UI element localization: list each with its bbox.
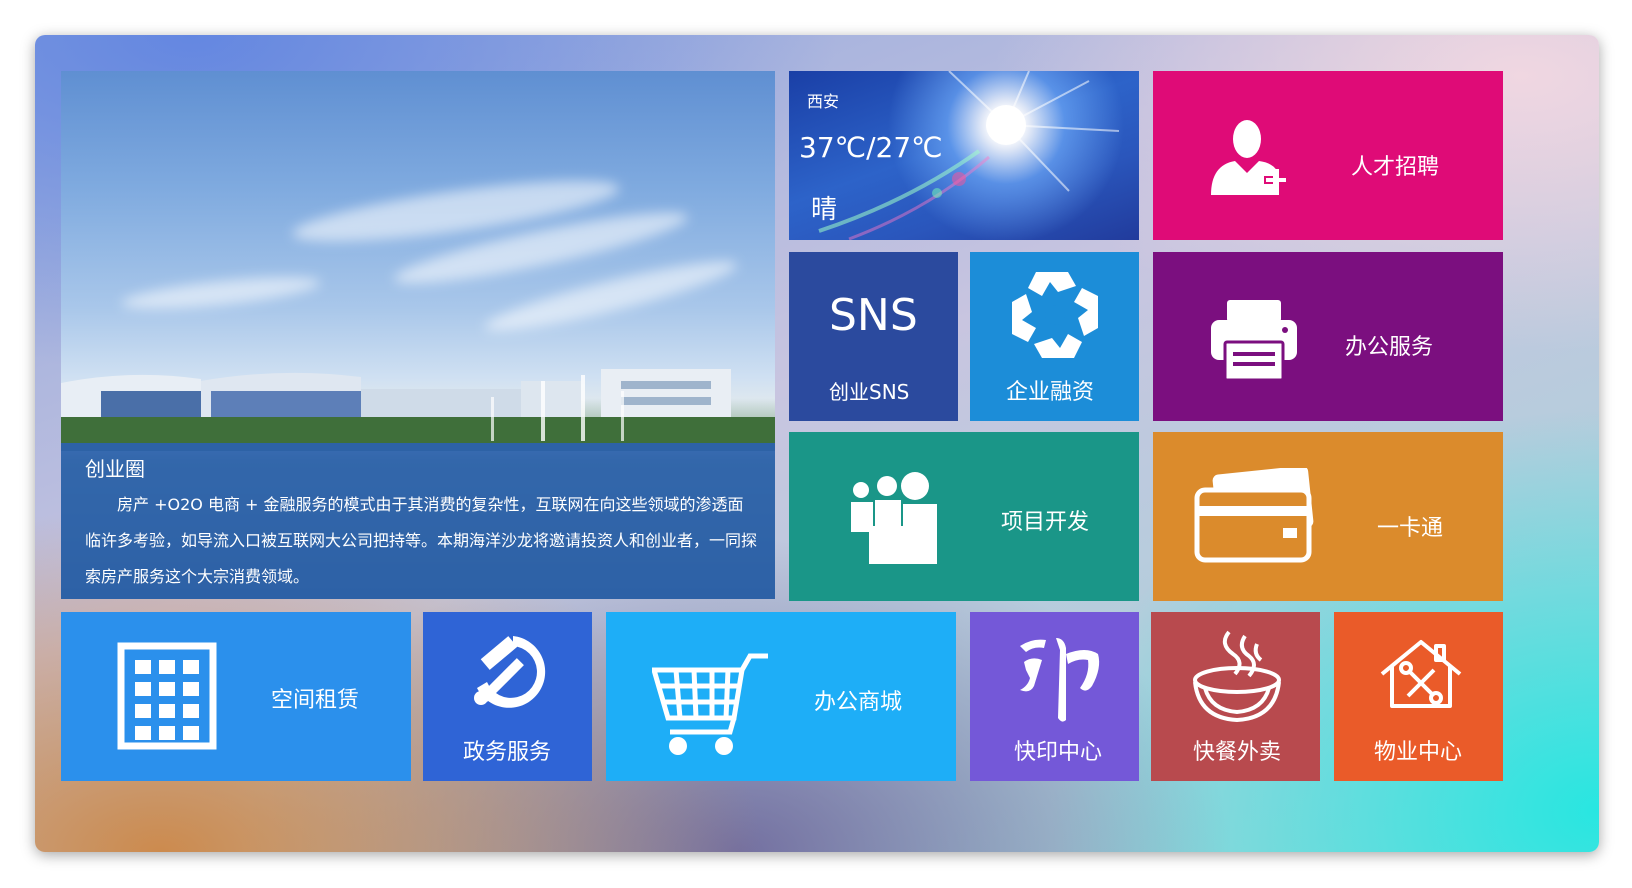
sns-big-text: SNS — [829, 290, 918, 341]
printer-icon — [1211, 300, 1297, 382]
tile-label: 快印中心 — [1014, 740, 1103, 765]
tile-office-service[interactable]: 办公服务 — [1153, 252, 1503, 421]
card-icon — [1194, 468, 1314, 563]
tile-government-service[interactable]: 政务服务 — [423, 612, 592, 781]
handshake-icon — [1012, 272, 1098, 358]
tile-label: 一卡通 — [1377, 516, 1444, 541]
tile-label: 办公服务 — [1345, 335, 1434, 360]
tile-label: 政务服务 — [463, 740, 552, 765]
hero-description: 房产 +O2O 电商 + 金融服务的模式由于其消费的复杂性，互联网在向这些领域的… — [85, 495, 758, 586]
building-icon — [117, 642, 217, 750]
tile-label: 空间租赁 — [271, 688, 360, 713]
tile-project-development[interactable]: 项目开发 — [789, 432, 1139, 601]
tile-talent-recruitment[interactable]: 人才招聘 — [1153, 71, 1503, 240]
hero-banner-tile[interactable]: 创业圈 房产 +O2O 电商 + 金融服务的模式由于其消费的复杂性，互联网在向这… — [61, 71, 775, 599]
tile-one-card[interactable]: 一卡通 — [1153, 432, 1503, 601]
print-glyph-icon — [1020, 638, 1100, 722]
tile-label: 创业SNS — [829, 380, 910, 404]
hammer-sickle-icon — [474, 636, 546, 708]
weather-city: 西安 — [807, 92, 840, 111]
bowl-icon — [1193, 630, 1281, 723]
tile-office-mall[interactable]: 办公商城 — [606, 612, 956, 781]
exhibition-center-illustration — [61, 369, 775, 451]
weather-tile[interactable]: 西安 37℃/27℃ 晴 — [789, 71, 1139, 240]
tile-enterprise-financing[interactable]: 企业融资 — [970, 252, 1139, 421]
tile-quick-print[interactable]: 快印中心 — [970, 612, 1139, 781]
weather-temperature: 37℃/27℃ — [799, 131, 943, 164]
hero-caption-panel: 创业圈 房产 +O2O 电商 + 金融服务的模式由于其消费的复杂性，互联网在向这… — [61, 443, 775, 599]
tile-property-center[interactable]: 物业中心 — [1334, 612, 1503, 781]
cloud — [120, 270, 322, 316]
tile-label: 办公商城 — [814, 690, 903, 715]
tile-label: 项目开发 — [1001, 510, 1090, 535]
tile-startup-sns[interactable]: SNS 创业SNS — [789, 252, 958, 421]
tile-label: 物业中心 — [1374, 740, 1463, 765]
tile-label: 人才招聘 — [1351, 155, 1440, 180]
people-group-icon — [851, 472, 937, 564]
tile-label: 企业融资 — [1006, 380, 1095, 405]
house-tools-icon — [1380, 640, 1462, 708]
tile-space-rental[interactable]: 空间租赁 — [61, 612, 411, 781]
user-add-icon — [1211, 120, 1288, 195]
weather-condition: 晴 — [811, 195, 838, 225]
hero-title: 创业圈 — [85, 457, 145, 481]
tile-fast-food[interactable]: 快餐外卖 — [1151, 612, 1320, 781]
cart-icon — [652, 653, 768, 755]
tile-label: 快餐外卖 — [1193, 740, 1282, 765]
